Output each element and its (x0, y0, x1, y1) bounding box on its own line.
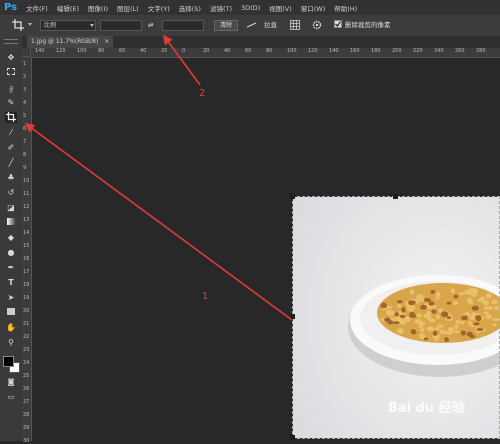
annotation-arrows (24, 34, 293, 321)
annotation-label-2: 2 (199, 88, 206, 99)
arrow-to-crop-tool (24, 123, 293, 321)
annotation-label-1: 1 (202, 291, 209, 302)
arrow-to-swap-icon (163, 34, 201, 86)
